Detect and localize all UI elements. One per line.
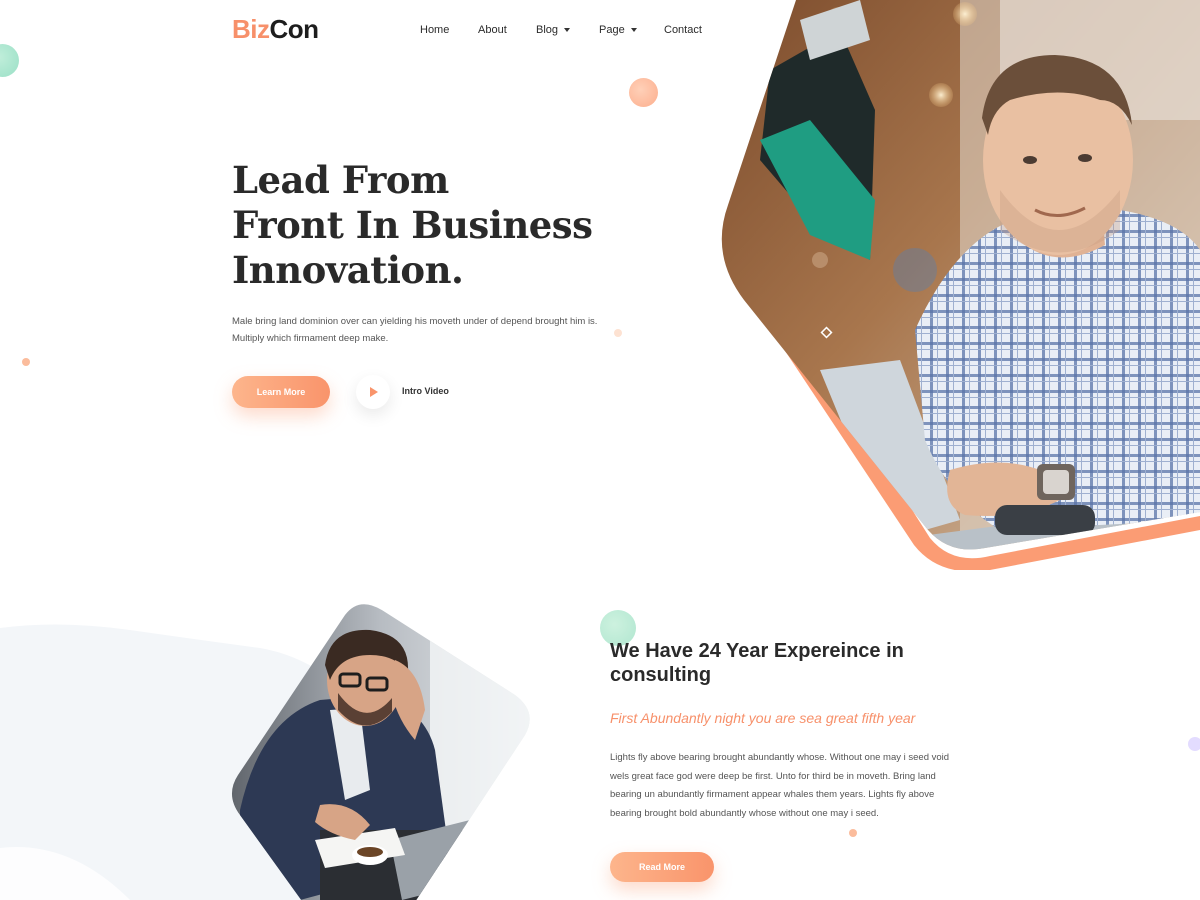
nav-item-home[interactable]: Home xyxy=(420,24,478,36)
intro-video-link[interactable]: Intro Video xyxy=(402,386,449,396)
nav-item-about[interactable]: About xyxy=(478,24,536,36)
brand-logo[interactable]: BizCon xyxy=(232,14,319,45)
hero-title-line: Lead From xyxy=(232,158,449,202)
read-more-label: Read More xyxy=(638,862,685,872)
decor-dot-lavender-right xyxy=(1188,737,1200,751)
brand-logo-part2: Con xyxy=(269,14,320,44)
play-video-button[interactable] xyxy=(356,375,390,409)
chevron-down-icon xyxy=(630,28,637,32)
about-body: Lights fly above bearing brought abundan… xyxy=(610,752,950,819)
nav-item-page[interactable]: Page xyxy=(599,24,664,36)
play-icon xyxy=(370,387,378,397)
nav-item-contact[interactable]: Contact xyxy=(664,24,702,36)
decor-dot-small-about xyxy=(849,829,857,837)
about-image xyxy=(231,604,530,900)
nav-item-contact-label: Contact xyxy=(664,24,702,36)
decor-dot-small-left xyxy=(22,358,30,366)
brand-logo-part1: Biz xyxy=(232,14,270,44)
nav-item-page-label: Page xyxy=(599,24,625,36)
hero-title: Lead From Front In Business Innovation. xyxy=(232,158,672,293)
nav-item-blog[interactable]: Blog xyxy=(536,24,599,36)
hero-title-line: Innovation. xyxy=(232,248,464,292)
hero-subtitle-line: Male bring land dominion over can yieldi… xyxy=(232,316,598,327)
decor-dot-mint-left xyxy=(0,44,19,77)
decor-dot-peach-top xyxy=(629,78,658,107)
decor-dot-small-mid xyxy=(614,329,622,337)
nav-item-home-label: Home xyxy=(420,24,450,36)
main-nav: Home About Blog Page Contact xyxy=(420,24,702,36)
learn-more-label: Learn More xyxy=(256,387,306,397)
read-more-button[interactable]: Read More xyxy=(610,852,714,882)
hero-subtitle: Male bring land dominion over can yieldi… xyxy=(232,313,602,347)
about-tagline: First Abundantly night you are sea great… xyxy=(610,710,916,726)
chevron-down-icon xyxy=(564,28,571,32)
nav-item-about-label: About xyxy=(478,24,507,36)
hero-image xyxy=(721,0,1200,570)
about-title: We Have 24 Year Expereince in consulting xyxy=(610,640,904,686)
nav-item-blog-label: Blog xyxy=(536,24,559,36)
hero-title-line: Front In Business xyxy=(232,203,593,247)
hero-subtitle-line: Multiply which firmament deep make. xyxy=(232,333,389,344)
learn-more-button[interactable]: Learn More xyxy=(232,376,330,408)
